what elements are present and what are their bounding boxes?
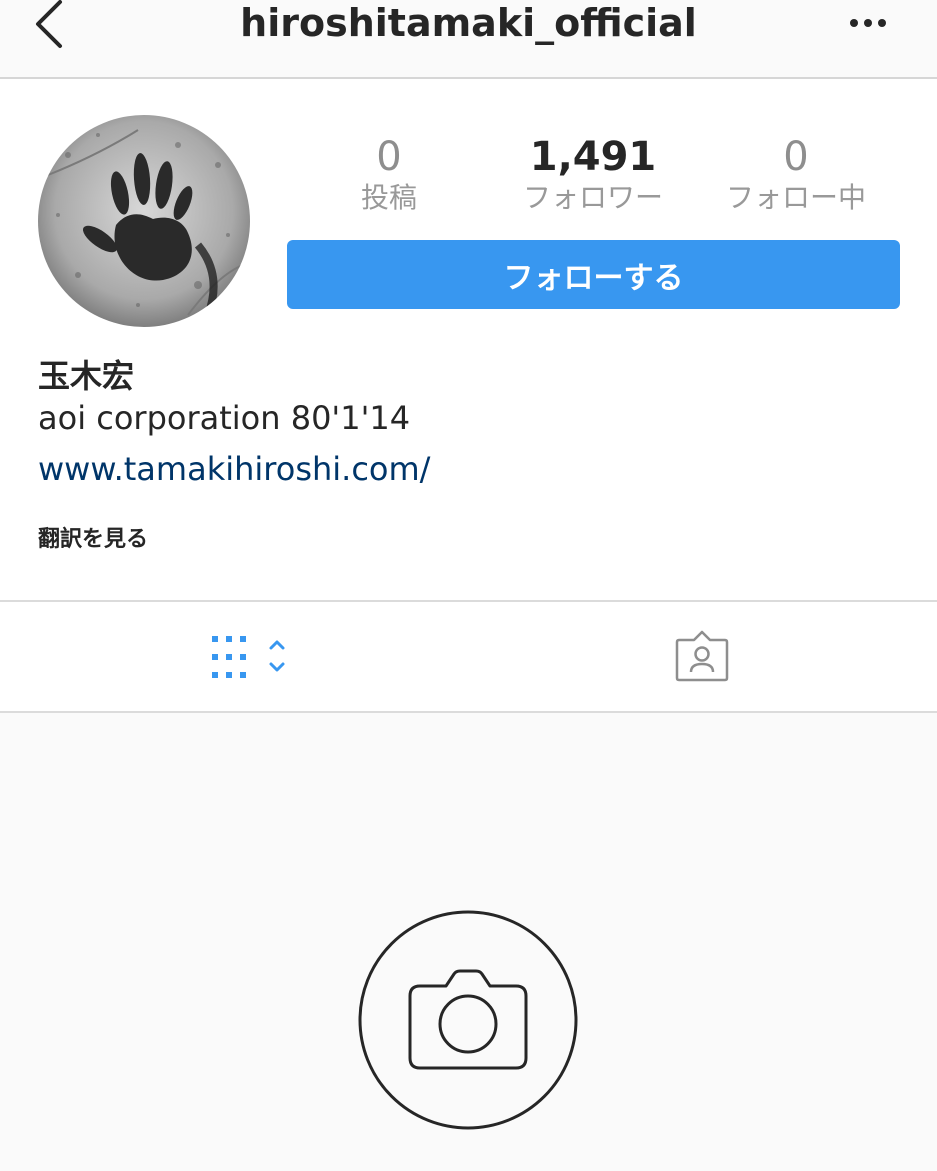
top-nav-bar: hiroshitamaki_official [0, 0, 937, 79]
profile-bio: aoi corporation 80'1'14 [38, 399, 411, 437]
avatar[interactable] [38, 115, 250, 327]
translate-link[interactable]: 翻訳を見る [38, 521, 148, 553]
grid-icon [212, 636, 285, 678]
followers-label: フォロワー [522, 181, 663, 214]
camera-circle [358, 910, 578, 1130]
profile-header: 0 投稿 1,491 フォロワー 0 フォロー中 フォローする 玉木宏 aoi … [0, 79, 937, 602]
posts-stat: 0 投稿 [294, 134, 484, 216]
posts-count: 0 [376, 134, 402, 180]
following-stat: 0 フォロー中 [701, 134, 891, 216]
tagged-person-icon [675, 630, 729, 682]
handprint-avatar [38, 115, 250, 327]
posts-label: 投稿 [360, 181, 417, 214]
followers-stat[interactable]: 1,491 フォロワー [498, 134, 688, 216]
empty-posts-area [0, 713, 937, 1171]
profile-website-link[interactable]: www.tamakihiroshi.com/ [38, 450, 430, 488]
more-options-button[interactable] [848, 14, 888, 32]
camera-icon [358, 910, 578, 1130]
following-label: フォロー中 [725, 181, 866, 214]
profile-username-title: hiroshitamaki_official [240, 1, 697, 45]
tab-grid[interactable] [190, 602, 310, 711]
profile-tab-bar [0, 602, 937, 713]
followers-count: 1,491 [529, 134, 657, 180]
following-count: 0 [783, 134, 809, 180]
follow-button[interactable]: フォローする [287, 240, 900, 309]
tab-tagged[interactable] [662, 602, 742, 711]
profile-name: 玉木宏 [38, 357, 135, 395]
ellipsis-icon [850, 19, 886, 27]
